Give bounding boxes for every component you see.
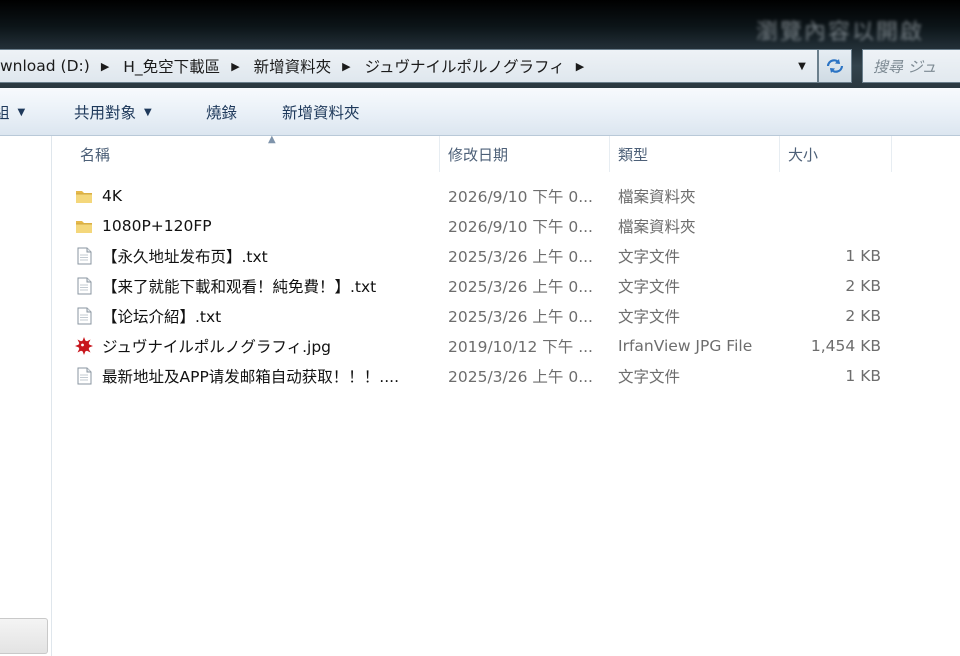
address-history-dropdown-icon[interactable]: ▼	[786, 49, 818, 83]
file-row[interactable]: 【论坛介紹】.txt 2025/3/26 上午 0... 文字文件 2 KB	[74, 301, 960, 331]
file-row[interactable]: 4K 2026/9/10 下午 0... 檔案資料夾	[74, 181, 960, 211]
organize-label: 組	[0, 104, 10, 122]
file-row[interactable]: ジュヴナイルポルノグラフィ.jpg 2019/10/12 下午 ... Irfa…	[74, 331, 960, 361]
share-with-menu-button[interactable]: 共用對象 ▼	[74, 88, 152, 136]
search-input[interactable]: 搜尋 ジュ	[862, 49, 960, 83]
file-list[interactable]: 名稱 ▲ 修改日期 類型 大小 4K 2026/9/10 下午 0... 檔案資…	[52, 134, 960, 656]
breadcrumb-current-folder[interactable]: ジュヴナイルポルノグラフィ	[361, 55, 565, 77]
folder-icon	[76, 191, 92, 203]
file-name: 最新地址及APP请发邮箱自动获取！！！....	[102, 368, 400, 386]
file-type: 文字文件	[618, 278, 681, 296]
burn-label: 燒錄	[206, 104, 238, 122]
navigation-pane-scrollbar-thumb[interactable]	[0, 618, 48, 654]
chevron-down-icon: ▼	[144, 106, 152, 118]
window-title: 瀏覽內容以開啟	[755, 20, 924, 45]
refresh-icon	[826, 59, 844, 73]
address-row: wnload (D:) ▶ H_免空下載區 ▶ 新增資料夾 ▶ ジュヴナイルポル…	[0, 44, 960, 88]
breadcrumb-separator-icon[interactable]: ▶	[90, 60, 119, 73]
share-with-label: 共用對象	[74, 104, 137, 122]
file-name: 【来了就能下載和观看！純免費！】.txt	[102, 278, 377, 296]
new-folder-label: 新增資料夾	[282, 104, 360, 122]
navigation-pane[interactable]	[0, 136, 52, 656]
file-row[interactable]: 【来了就能下載和观看！純免費！】.txt 2025/3/26 上午 0... 文…	[74, 271, 960, 301]
breadcrumb-separator-icon[interactable]: ▶	[220, 60, 249, 73]
file-row[interactable]: 1080P+120FP 2026/9/10 下午 0... 檔案資料夾	[74, 211, 960, 241]
file-row[interactable]: 【永久地址发布页】.txt 2025/3/26 上午 0... 文字文件 1 K…	[74, 241, 960, 271]
new-folder-button[interactable]: 新增資料夾	[282, 88, 360, 136]
column-header-name[interactable]: 名稱 ▲	[72, 134, 440, 172]
file-date: 2025/3/26 上午 0...	[448, 308, 593, 326]
column-header-size[interactable]: 大小	[780, 136, 892, 172]
column-headers: 名稱 ▲ 修改日期 類型 大小	[52, 134, 960, 172]
file-name: ジュヴナイルポルノグラフィ.jpg	[102, 338, 332, 356]
file-date: 2025/3/26 上午 0...	[448, 368, 593, 386]
text-file-icon	[77, 247, 92, 265]
file-size: 1 KB	[845, 367, 881, 385]
window-titlebar: 瀏覽內容以開啟	[0, 0, 960, 45]
file-name: 【永久地址发布页】.txt	[102, 248, 268, 266]
file-size: 1,454 KB	[810, 337, 881, 355]
file-name: 4K	[102, 187, 123, 205]
file-date: 2025/3/26 上午 0...	[448, 278, 593, 296]
breadcrumb-separator-icon[interactable]: ▶	[565, 60, 594, 73]
irfanview-image-icon	[75, 337, 93, 355]
text-file-icon	[77, 307, 92, 325]
file-date: 2025/3/26 上午 0...	[448, 248, 593, 266]
file-type: 文字文件	[618, 308, 681, 326]
file-type: 文字文件	[618, 248, 681, 266]
refresh-button[interactable]	[818, 49, 852, 83]
text-file-icon	[77, 367, 92, 385]
breadcrumb-new-folder[interactable]: 新增資料夾	[250, 55, 332, 77]
file-name: 1080P+120FP	[102, 217, 212, 235]
file-type: IrfanView JPG File	[618, 337, 753, 355]
breadcrumb-download-folder[interactable]: H_免空下載區	[119, 55, 220, 77]
file-name: 【论坛介紹】.txt	[102, 308, 222, 326]
column-header-type[interactable]: 類型	[610, 136, 780, 172]
file-size: 2 KB	[845, 277, 881, 295]
file-size: 2 KB	[845, 307, 881, 325]
column-header-date[interactable]: 修改日期	[440, 136, 610, 172]
file-size: 1 KB	[845, 247, 881, 265]
organize-menu-button[interactable]: 組 ▼	[0, 88, 25, 136]
file-type: 檔案資料夾	[618, 188, 696, 206]
text-file-icon	[77, 277, 92, 295]
folder-icon	[76, 221, 92, 233]
breadcrumb-separator-icon[interactable]: ▶	[331, 60, 360, 73]
sort-ascending-icon: ▲	[268, 134, 276, 145]
file-type: 文字文件	[618, 368, 681, 386]
address-bar[interactable]: wnload (D:) ▶ H_免空下載區 ▶ 新增資料夾 ▶ ジュヴナイルポル…	[0, 49, 818, 83]
breadcrumb-drive[interactable]: wnload (D:)	[0, 57, 90, 75]
chevron-down-icon: ▼	[17, 106, 26, 118]
file-row[interactable]: 最新地址及APP请发邮箱自动获取！！！.... 2025/3/26 上午 0..…	[74, 361, 960, 391]
file-date: 2026/9/10 下午 0...	[448, 188, 593, 206]
command-bar: 組 ▼ 共用對象 ▼ 燒錄 新增資料夾	[0, 88, 960, 136]
file-date: 2019/10/12 下午 ...	[448, 338, 593, 356]
file-type: 檔案資料夾	[618, 218, 696, 236]
burn-button[interactable]: 燒錄	[206, 88, 237, 136]
file-date: 2026/9/10 下午 0...	[448, 218, 593, 236]
